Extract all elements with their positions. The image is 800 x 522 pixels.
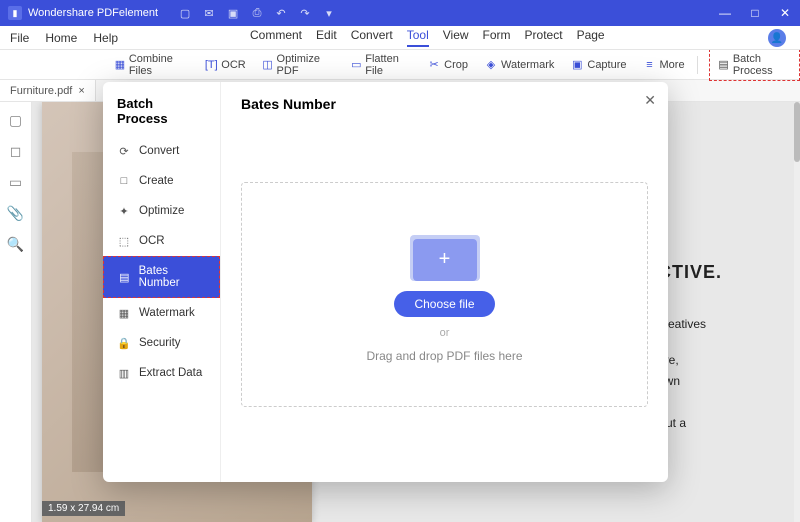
ribbon-tabs: Comment Edit Convert Tool View Form Prot… xyxy=(250,28,605,47)
flatten-icon: ▭ xyxy=(350,58,362,72)
crop-icon: ✂ xyxy=(427,58,441,72)
app-title: Wondershare PDFelement xyxy=(28,7,158,19)
combine-files-button[interactable]: ▦Combine Files xyxy=(110,51,192,79)
file-tab-label: Furniture.pdf xyxy=(10,85,72,97)
batch-process-button[interactable]: ▤Batch Process xyxy=(709,49,800,81)
attachment-icon[interactable]: 📎 xyxy=(7,205,24,222)
sidebar-item-create[interactable]: □Create xyxy=(103,166,220,196)
combine-icon: ▦ xyxy=(114,58,126,72)
scrollbar-thumb[interactable] xyxy=(794,102,800,162)
lock-icon: 🔒 xyxy=(117,336,131,350)
tab-form[interactable]: Form xyxy=(483,28,511,47)
optimize-side-icon: ✦ xyxy=(117,204,131,218)
capture-button[interactable]: ▣Capture xyxy=(566,56,630,74)
more-button[interactable]: ≡More xyxy=(639,56,689,74)
page-dimensions: 1.59 x 27.94 cm xyxy=(42,501,125,516)
modal-close-button[interactable]: ✕ xyxy=(644,92,656,109)
file-tab[interactable]: Furniture.pdf × xyxy=(0,80,96,101)
user-avatar[interactable]: 👤 xyxy=(768,29,786,47)
convert-icon: ⟳ xyxy=(117,144,131,158)
comment-panel-icon[interactable]: ▭ xyxy=(9,174,22,191)
toolbar-separator xyxy=(697,56,698,74)
optimize-button[interactable]: ◫Optimize PDF xyxy=(258,51,339,79)
dnd-label: Drag and drop PDF files here xyxy=(366,349,522,363)
page-text-fragment: ' CTIVE. creatives ure, own But a xyxy=(658,212,788,434)
sidebar-item-watermark[interactable]: ▦Watermark xyxy=(103,298,220,328)
tab-tool[interactable]: Tool xyxy=(407,28,429,47)
crop-button[interactable]: ✂Crop xyxy=(423,56,472,74)
menubar: File Home Help Comment Edit Convert Tool… xyxy=(0,26,800,50)
ocr-icon: [T] xyxy=(204,58,218,72)
dropdown-icon[interactable]: ▾ xyxy=(322,6,336,20)
batch-icon: ▤ xyxy=(718,58,728,71)
ocr-button[interactable]: [T]OCR xyxy=(200,56,249,74)
sidebar-item-optimize[interactable]: ✦Optimize xyxy=(103,196,220,226)
window-controls: — □ ✕ xyxy=(710,0,800,26)
flatten-button[interactable]: ▭Flatten File xyxy=(346,51,415,79)
tab-convert[interactable]: Convert xyxy=(351,28,393,47)
sidebar-item-extract[interactable]: ▥Extract Data xyxy=(103,358,220,388)
titlebar: ▮ Wondershare PDFelement ▢ ✉ ▣ ⎙ ↶ ↷ ▾ —… xyxy=(0,0,800,26)
sidebar-item-convert[interactable]: ⟳Convert xyxy=(103,136,220,166)
quick-icons: ▢ ✉ ▣ ⎙ ↶ ↷ ▾ xyxy=(178,6,336,20)
menu-help[interactable]: Help xyxy=(93,31,118,45)
bates-icon: ▤ xyxy=(118,270,131,284)
left-sidebar: ▢ ◻ ▭ 📎 🔍 xyxy=(0,102,32,522)
redo-icon[interactable]: ↷ xyxy=(298,6,312,20)
tab-page[interactable]: Page xyxy=(577,28,605,47)
print-icon[interactable]: ⎙ xyxy=(250,6,264,20)
toolbar: ▦Combine Files [T]OCR ◫Optimize PDF ▭Fla… xyxy=(0,50,800,80)
menu-home[interactable]: Home xyxy=(45,31,77,45)
maximize-button[interactable]: □ xyxy=(740,0,770,26)
modal-main: ✕ Bates Number + Choose file or Drag and… xyxy=(221,82,668,482)
tab-edit[interactable]: Edit xyxy=(316,28,337,47)
tab-protect[interactable]: Protect xyxy=(525,28,563,47)
dropzone[interactable]: + Choose file or Drag and drop PDF files… xyxy=(241,182,648,407)
modal-sidebar-title: Batch Process xyxy=(103,92,220,136)
save-icon[interactable]: ▣ xyxy=(226,6,240,20)
chart-icon: ▥ xyxy=(117,366,131,380)
tab-comment[interactable]: Comment xyxy=(250,28,302,47)
more-icon: ≡ xyxy=(643,58,657,72)
bookmark-icon[interactable]: ◻ xyxy=(10,143,22,160)
choose-file-button[interactable]: Choose file xyxy=(394,291,494,317)
or-label: or xyxy=(440,327,450,339)
open-icon[interactable]: ▢ xyxy=(178,6,192,20)
tab-view[interactable]: View xyxy=(443,28,469,47)
sidebar-item-security[interactable]: 🔒Security xyxy=(103,328,220,358)
batch-process-modal: Batch Process ⟳Convert □Create ✦Optimize… xyxy=(103,82,668,482)
watermark-side-icon: ▦ xyxy=(117,306,131,320)
minimize-button[interactable]: — xyxy=(710,0,740,26)
thumbnails-icon[interactable]: ▢ xyxy=(9,112,22,129)
watermark-button[interactable]: ◈Watermark xyxy=(480,56,558,74)
undo-icon[interactable]: ↶ xyxy=(274,6,288,20)
optimize-icon: ◫ xyxy=(262,58,274,72)
ocr-side-icon: ⬚ xyxy=(117,234,131,248)
modal-heading: Bates Number xyxy=(241,96,648,112)
scrollbar[interactable] xyxy=(794,102,800,522)
mail-icon[interactable]: ✉ xyxy=(202,6,216,20)
sidebar-item-ocr[interactable]: ⬚OCR xyxy=(103,226,220,256)
modal-sidebar: Batch Process ⟳Convert □Create ✦Optimize… xyxy=(103,82,221,482)
folder-icon: + xyxy=(410,227,480,281)
app-logo: ▮ xyxy=(8,6,22,20)
file-tab-close[interactable]: × xyxy=(78,85,84,97)
search-icon[interactable]: 🔍 xyxy=(7,236,24,253)
watermark-icon: ◈ xyxy=(484,58,498,72)
capture-icon: ▣ xyxy=(570,58,584,72)
menu-file[interactable]: File xyxy=(10,31,29,45)
create-icon: □ xyxy=(117,174,131,188)
close-button[interactable]: ✕ xyxy=(770,0,800,26)
sidebar-item-bates[interactable]: ▤Bates Number xyxy=(103,256,220,298)
